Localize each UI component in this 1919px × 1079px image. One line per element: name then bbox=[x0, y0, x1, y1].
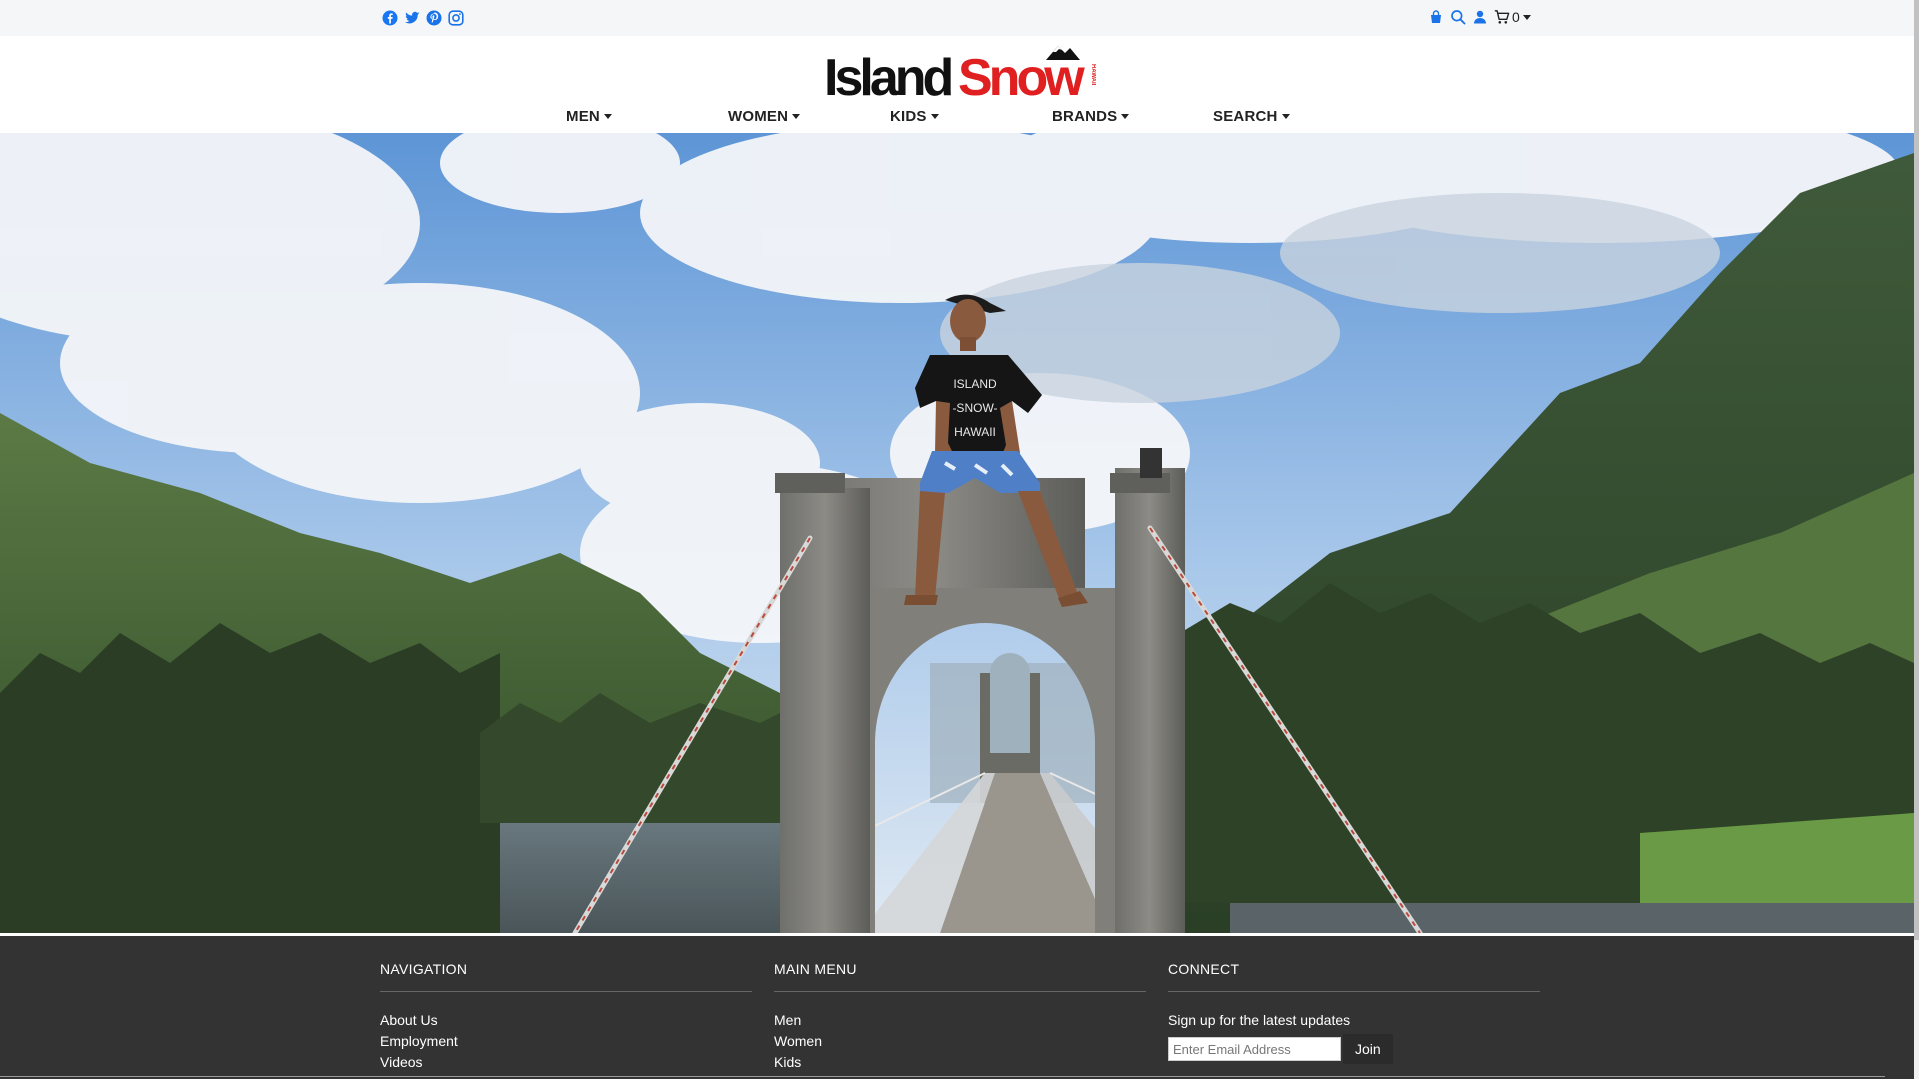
footer-main-menu: MAIN MENU Men Women Kids bbox=[774, 961, 1146, 1073]
nav-search-label: SEARCH bbox=[1213, 108, 1278, 125]
site-footer: NAVIGATION About Us Employment Videos MA… bbox=[0, 933, 1914, 1079]
footer-divider bbox=[0, 1076, 1885, 1077]
instagram-icon[interactable] bbox=[448, 10, 464, 26]
footer-connect-heading: CONNECT bbox=[1168, 961, 1540, 992]
top-utility-bar: 0 bbox=[0, 0, 1914, 36]
nav-men-label: MEN bbox=[566, 108, 600, 125]
nav-brands[interactable]: BRANDS bbox=[1052, 108, 1130, 125]
site-logo[interactable]: Island Snow HAWAII bbox=[824, 40, 1096, 98]
nav-kids-label: KIDS bbox=[890, 108, 927, 125]
chevron-down-icon bbox=[1281, 114, 1290, 119]
shirt-text-line3: HAWAII bbox=[954, 425, 996, 439]
pinterest-icon[interactable] bbox=[426, 10, 442, 26]
chevron-down-icon bbox=[930, 114, 939, 119]
store-icon[interactable] bbox=[1428, 9, 1444, 25]
footer-connect: CONNECT Sign up for the latest updates J… bbox=[1168, 961, 1540, 1064]
twitter-icon[interactable] bbox=[404, 10, 420, 26]
user-icon[interactable] bbox=[1472, 9, 1488, 25]
footer-main-menu-heading: MAIN MENU bbox=[774, 961, 1146, 992]
nav-kids[interactable]: KIDS bbox=[890, 108, 939, 125]
page-scrollbar[interactable] bbox=[1914, 0, 1919, 1079]
hero-image: ISLAND -SNOW- HAWAII bbox=[0, 133, 1914, 933]
main-nav: MEN WOMEN KIDS BRANDS SEARCH bbox=[0, 108, 1914, 132]
footer-link-videos[interactable]: Videos bbox=[380, 1052, 752, 1073]
cart-count: 0 bbox=[1512, 9, 1520, 25]
cart-button[interactable]: 0 bbox=[1494, 9, 1531, 25]
nav-women-label: WOMEN bbox=[728, 108, 789, 125]
nav-men[interactable]: MEN bbox=[566, 108, 612, 125]
facebook-icon[interactable] bbox=[382, 10, 398, 26]
signup-form: Join bbox=[1168, 1034, 1540, 1064]
footer-link-women[interactable]: Women bbox=[774, 1031, 1146, 1052]
logo-word-island: Island bbox=[824, 49, 951, 98]
footer-link-men[interactable]: Men bbox=[774, 1010, 1146, 1031]
nav-women[interactable]: WOMEN bbox=[728, 108, 801, 125]
site-header: Island Snow HAWAII MEN WOMEN KIDS BRANDS… bbox=[0, 36, 1914, 133]
footer-link-kids[interactable]: Kids bbox=[774, 1052, 1146, 1073]
chevron-down-icon bbox=[1121, 114, 1130, 119]
footer-link-employment[interactable]: Employment bbox=[380, 1031, 752, 1052]
cart-icon bbox=[1494, 10, 1510, 24]
email-input[interactable] bbox=[1168, 1037, 1341, 1061]
social-links bbox=[382, 10, 464, 26]
utility-icons: 0 bbox=[1428, 9, 1531, 25]
shirt-text-line2: -SNOW- bbox=[952, 401, 997, 415]
chevron-down-icon bbox=[1522, 14, 1531, 20]
nav-brands-label: BRANDS bbox=[1052, 108, 1118, 125]
shirt-text-line1: ISLAND bbox=[953, 377, 997, 391]
footer-link-about-us[interactable]: About Us bbox=[380, 1010, 752, 1031]
logo-tag: HAWAII bbox=[1090, 64, 1096, 86]
logo-word-snow: Snow bbox=[958, 49, 1085, 98]
nav-search[interactable]: SEARCH bbox=[1213, 108, 1290, 125]
chevron-down-icon bbox=[603, 114, 612, 119]
footer-navigation-heading: NAVIGATION bbox=[380, 961, 752, 992]
signup-text: Sign up for the latest updates bbox=[1168, 1012, 1351, 1028]
chevron-down-icon bbox=[792, 114, 801, 119]
join-button[interactable]: Join bbox=[1343, 1034, 1393, 1064]
search-icon[interactable] bbox=[1450, 9, 1466, 25]
scrollbar-thumb[interactable] bbox=[1914, 0, 1919, 940]
footer-navigation: NAVIGATION About Us Employment Videos bbox=[380, 961, 752, 1073]
